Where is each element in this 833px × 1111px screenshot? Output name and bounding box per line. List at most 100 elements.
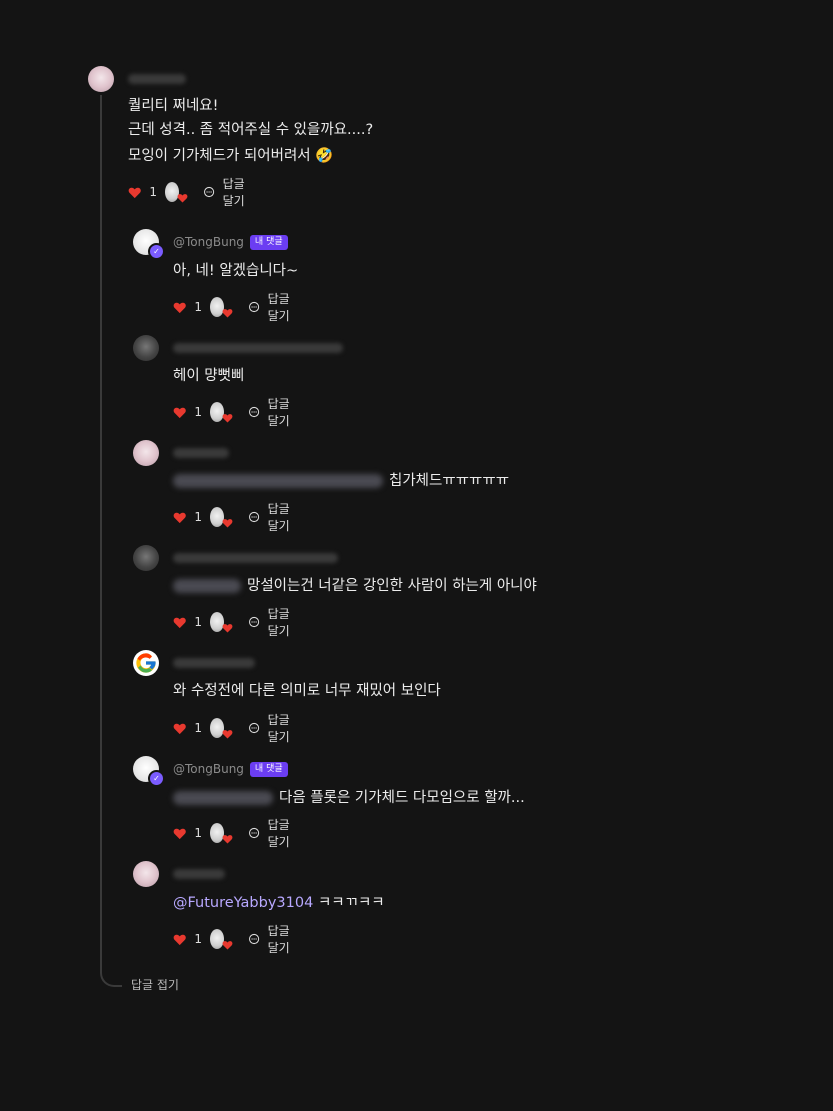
mention-link[interactable]: [173, 474, 383, 488]
collapse-replies-button[interactable]: 답글 접기: [131, 976, 179, 993]
comment-bubble-icon: [249, 933, 260, 945]
comment-text: 다음 플롯은 기가체드 다모임으로 할까...: [173, 786, 525, 810]
comment-bubble-icon: [249, 827, 260, 839]
avatar[interactable]: [133, 335, 159, 361]
comment-actions: 1 답글 달기: [173, 607, 300, 638]
reply-label: 답글 달기: [267, 607, 290, 638]
comment-text-line: 근데 성격.. 좀 적어주실 수 있을까요....?: [128, 122, 374, 138]
my-comment-badge: 내 댓글: [249, 234, 288, 250]
heart-icon: [222, 835, 233, 844]
like-count: 1: [194, 721, 203, 735]
liker-avatar: [210, 929, 233, 950]
comment-author: [173, 865, 225, 883]
liker-avatar: [210, 718, 233, 739]
reply-label: 답글 달기: [267, 502, 290, 533]
heart-icon: [222, 519, 233, 528]
comment-actions: 1 답글 달기: [128, 177, 255, 208]
like-count: 1: [194, 510, 203, 524]
reply-button[interactable]: 답글 달기: [248, 290, 300, 324]
reply-button[interactable]: 답글 달기: [248, 711, 300, 745]
heart-icon: [222, 730, 233, 739]
comment-text: @FutureYabby3104 ㅋㅋㄲㅋㅋ: [173, 891, 385, 915]
like-count: 1: [149, 185, 158, 199]
reply-label: 답글 달기: [222, 177, 245, 208]
heart-icon[interactable]: [173, 720, 186, 737]
reply-button[interactable]: 답글 달기: [248, 395, 300, 429]
comment-text: 헤이 먕뻣삐: [173, 368, 245, 384]
verified-icon: ✓: [148, 770, 165, 787]
comment-bubble-icon: [249, 511, 260, 523]
reply-button[interactable]: 답글 달기: [248, 500, 300, 534]
heart-icon[interactable]: [173, 509, 186, 526]
reply-button[interactable]: 답글 달기: [248, 605, 300, 639]
comment-text-line: 퀄리티 쩌네요!: [128, 98, 219, 114]
heart-icon: [222, 309, 233, 318]
heart-icon[interactable]: [128, 184, 141, 201]
verified-icon: ✓: [148, 243, 165, 260]
comment-bubble-icon: [249, 616, 260, 628]
avatar[interactable]: [133, 440, 159, 466]
reply-label: 답글 달기: [267, 397, 290, 428]
comment-text: 칩가체드ㅠㅠㅠㅠㅠ: [173, 469, 509, 493]
comment-author: [173, 549, 338, 567]
liker-avatar: [210, 823, 233, 844]
liker-avatar: [210, 297, 233, 318]
like-count: 1: [194, 300, 203, 314]
reply-button[interactable]: 답글 달기: [248, 922, 300, 956]
like-count: 1: [194, 615, 203, 629]
avatar[interactable]: [133, 861, 159, 887]
comment-bubble-icon: [249, 406, 260, 418]
comment-text-line: 모잉이 기가체드가 되어버려서 🤣: [128, 148, 334, 164]
username[interactable]: @TongBung: [173, 762, 244, 776]
comment-body: 다음 플롯은 기가체드 다모임으로 할까...: [279, 790, 525, 806]
comment-actions: 1 답글 달기: [173, 818, 300, 849]
comment-author: [173, 654, 255, 672]
comment-actions: 1 답글 달기: [173, 924, 300, 955]
heart-icon[interactable]: [173, 404, 186, 421]
reply-button[interactable]: 답글 달기: [203, 175, 255, 209]
comment-author: [128, 70, 186, 88]
avatar[interactable]: [133, 545, 159, 571]
mention-link[interactable]: @FutureYabby3104: [173, 895, 313, 911]
reply-button[interactable]: 답글 달기: [248, 816, 300, 850]
reply-label: 답글 달기: [267, 292, 290, 323]
comment-body: 망설이는건 너같은 강인한 사람이 하는게 아니야: [247, 578, 537, 594]
heart-icon: [222, 624, 233, 633]
avatar[interactable]: [88, 66, 114, 92]
thread-line: [100, 95, 122, 987]
like-count: 1: [194, 405, 203, 419]
reply-label: 답글 달기: [267, 924, 290, 955]
liker-avatar: [210, 612, 233, 633]
comment-author: @TongBung 내 댓글: [173, 233, 288, 251]
comment-author: [173, 444, 229, 462]
comment-actions: 1 답글 달기: [173, 397, 300, 428]
comment-text: 와 수정전에 다른 의미로 너무 재밌어 보인다: [173, 683, 441, 699]
username[interactable]: @TongBung: [173, 235, 244, 249]
liker-avatar: [210, 402, 233, 423]
mention-link[interactable]: [173, 579, 241, 593]
heart-icon: [177, 194, 188, 203]
reply-label: 답글 달기: [267, 713, 290, 744]
heart-icon[interactable]: [173, 299, 186, 316]
liker-avatar: [165, 182, 188, 203]
heart-icon: [222, 414, 233, 423]
reply-label: 답글 달기: [267, 818, 290, 849]
heart-icon[interactable]: [173, 614, 186, 631]
comment-actions: 1 답글 달기: [173, 713, 300, 744]
comment-author: @TongBung 내 댓글: [173, 760, 288, 778]
my-comment-badge: 내 댓글: [249, 761, 288, 777]
comment-author: [173, 339, 343, 357]
comment-actions: 1 답글 달기: [173, 292, 300, 323]
comment-bubble-icon: [204, 186, 215, 198]
comment-bubble-icon: [249, 301, 260, 313]
comment-text: 아, 네! 알겠습니다~: [173, 263, 299, 279]
comment-body: 칩가체드ㅠㅠㅠㅠㅠ: [389, 473, 510, 489]
comment-actions: 1 답글 달기: [173, 502, 300, 533]
avatar[interactable]: [133, 650, 159, 676]
heart-icon[interactable]: [173, 931, 186, 948]
liker-avatar: [210, 507, 233, 528]
comment-body: ㅋㅋㄲㅋㅋ: [317, 895, 385, 911]
mention-link[interactable]: [173, 791, 273, 805]
like-count: 1: [194, 932, 203, 946]
heart-icon[interactable]: [173, 825, 186, 842]
